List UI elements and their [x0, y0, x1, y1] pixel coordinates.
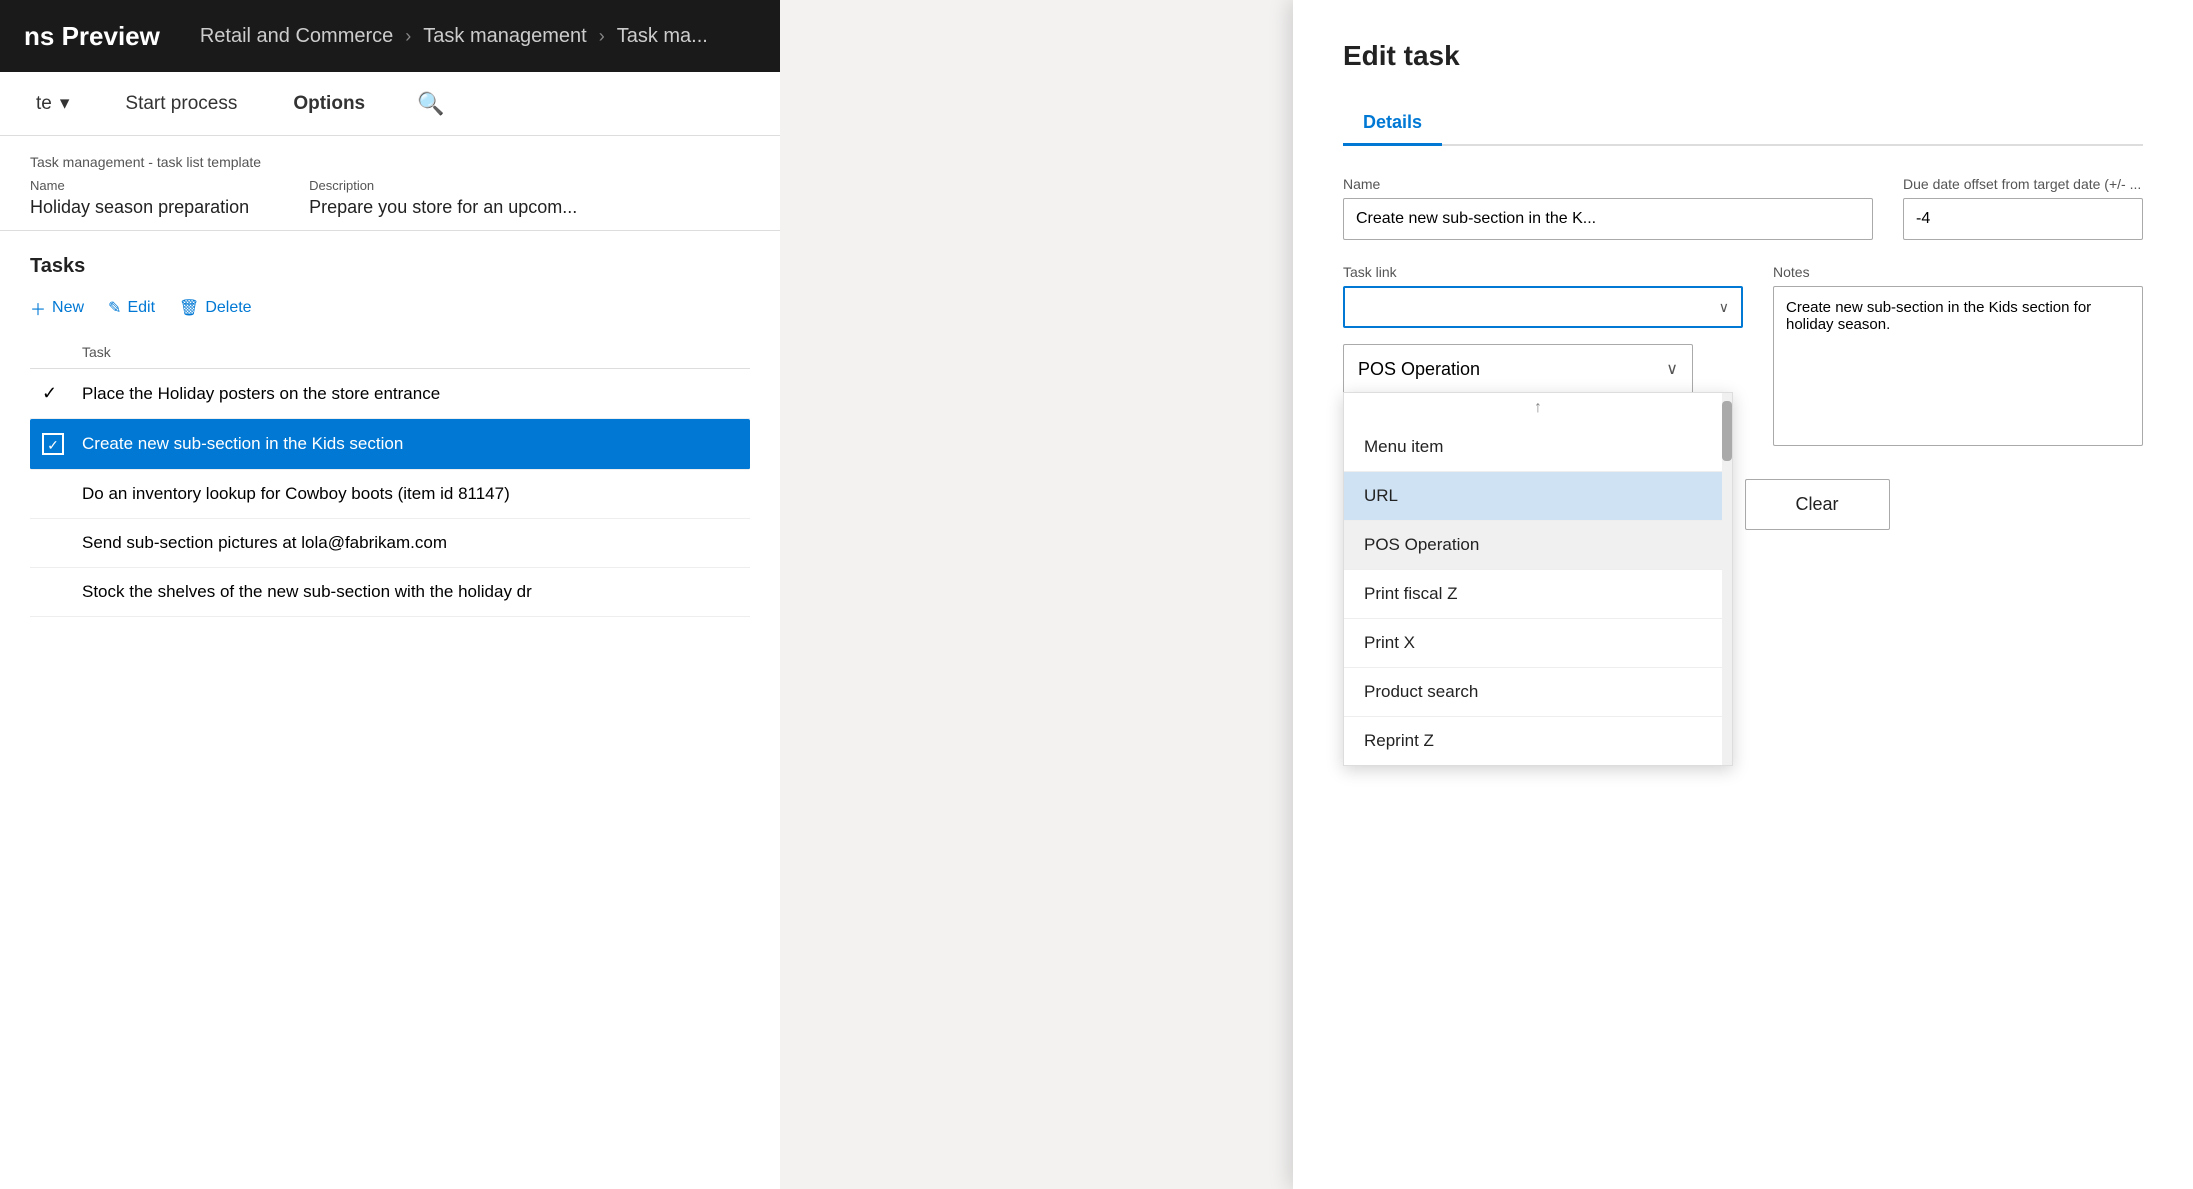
name-input[interactable]	[1343, 198, 1873, 240]
pos-chevron-icon: ∨	[1666, 359, 1678, 379]
main-area: Tasks ＋ New ✎ Edit 🗑 Delete Task ✓ Pla	[0, 231, 780, 1189]
template-dropdown-button[interactable]: te ▾	[24, 84, 81, 123]
notes-group: Notes Create new sub-section in the Kids…	[1773, 264, 2143, 449]
scroll-up-icon: ↑	[1344, 393, 1732, 423]
task-row-5[interactable]: Stock the shelves of the new sub-section…	[30, 568, 750, 617]
plus-icon: ＋	[30, 296, 46, 320]
task-label-2: Create new sub-section in the Kids secti…	[82, 434, 738, 454]
task-label-5: Stock the shelves of the new sub-section…	[82, 582, 738, 602]
task-label-1: Place the Holiday posters on the store e…	[82, 384, 738, 404]
start-process-button[interactable]: Start process	[113, 85, 249, 123]
desc-meta: Description Prepare you store for an upc…	[309, 178, 577, 218]
dropdown-item-product-search[interactable]: Product search	[1344, 668, 1732, 716]
pos-operation-row[interactable]: POS Operation ∨	[1343, 344, 1693, 394]
new-label: New	[52, 299, 84, 317]
tasklink-label: Task link	[1343, 264, 1743, 280]
page-header: Task management - task list template Nam…	[0, 136, 780, 231]
dropdown-item-print-fiscal-z[interactable]: Print fiscal Z	[1344, 570, 1732, 618]
edit-icon: ✎	[108, 298, 121, 318]
desc-value: Prepare you store for an upcom...	[309, 197, 577, 218]
breadcrumb-task-ma[interactable]: Task ma...	[617, 25, 708, 48]
name-value: Holiday season preparation	[30, 197, 249, 218]
edit-panel-title: Edit task	[1343, 40, 2143, 72]
edit-task-button[interactable]: ✎ Edit	[108, 298, 155, 318]
tab-details[interactable]: Details	[1343, 102, 1442, 146]
edit-label: Edit	[127, 299, 155, 317]
page-subtitle: Task management - task list template	[30, 154, 750, 170]
options-label: Options	[293, 93, 365, 115]
tasklink-dropdown[interactable]: ∨	[1343, 286, 1743, 328]
options-button[interactable]: Options	[281, 85, 377, 123]
clear-button[interactable]: Clear	[1745, 479, 1890, 530]
delete-task-button[interactable]: 🗑 Delete	[179, 298, 252, 318]
dropdown-item-reprint-z[interactable]: Reprint Z	[1344, 717, 1732, 765]
start-process-label: Start process	[125, 93, 237, 115]
dropdown-list: ↑ Menu item URL POS Operation Print fisc…	[1343, 392, 1733, 766]
name-duedate-row: Name Due date offset from target date (+…	[1343, 176, 2143, 240]
search-icon[interactable]: 🔍	[417, 91, 444, 117]
duedate-label: Due date offset from target date (+/- ..…	[1903, 176, 2143, 192]
task-column-header: Task	[82, 344, 738, 360]
dropdown-scrollbar-thumb	[1722, 401, 1732, 461]
template-label: te	[36, 93, 52, 115]
name-field-label: Name	[1343, 176, 1873, 192]
new-task-button[interactable]: ＋ New	[30, 296, 84, 320]
task-check-2: ✓	[42, 433, 82, 455]
app-title: ns Preview	[24, 21, 160, 52]
task-table: Task ✓ Place the Holiday posters on the …	[30, 336, 750, 617]
dropdown-scrollbar[interactable]	[1722, 393, 1732, 765]
task-check-1: ✓	[42, 383, 82, 404]
task-label-4: Send sub-section pictures at lola@fabrik…	[82, 533, 738, 553]
secondary-toolbar: te ▾ Start process Options 🔍	[0, 72, 780, 136]
breadcrumb-sep-2: ›	[599, 26, 605, 47]
notes-textarea[interactable]: Create new sub-section in the Kids secti…	[1773, 286, 2143, 446]
top-nav: ns Preview Retail and Commerce › Task ma…	[0, 0, 780, 72]
tasks-section-title: Tasks	[30, 255, 750, 278]
tasks-toolbar: ＋ New ✎ Edit 🗑 Delete	[30, 296, 750, 320]
tab-bar: Details	[1343, 102, 2143, 146]
task-label-3: Do an inventory lookup for Cowboy boots …	[82, 484, 738, 504]
name-label: Name	[30, 178, 249, 193]
breadcrumb-task-mgmt[interactable]: Task management	[423, 25, 586, 48]
breadcrumb-sep-1: ›	[405, 26, 411, 47]
task-link-2[interactable]: Create new sub-section in the Kids secti…	[82, 434, 403, 453]
tasklink-group: Task link ∨ POS Operation ∨ ↑ Menu item …	[1343, 264, 1743, 449]
name-meta: Name Holiday season preparation	[30, 178, 249, 218]
task-row-selected[interactable]: ✓ Create new sub-section in the Kids sec…	[30, 419, 750, 470]
edit-panel: Edit task Details Name Due date offset f…	[1293, 0, 2193, 1189]
chevron-down-icon: ▾	[60, 92, 70, 115]
dropdown-item-menu-item[interactable]: Menu item	[1344, 423, 1732, 471]
desc-label: Description	[309, 178, 577, 193]
task-row-4[interactable]: Send sub-section pictures at lola@fabrik…	[30, 519, 750, 568]
pos-operation-selected-label: POS Operation	[1358, 359, 1480, 380]
duedate-input[interactable]	[1903, 198, 2143, 240]
left-panel: ns Preview Retail and Commerce › Task ma…	[0, 0, 780, 1189]
task-row[interactable]: ✓ Place the Holiday posters on the store…	[30, 369, 750, 419]
dropdown-item-print-x[interactable]: Print X	[1344, 619, 1732, 667]
pos-operation-selected-container: POS Operation ∨	[1343, 344, 1743, 394]
notes-label: Notes	[1773, 264, 2143, 280]
meta-row: Name Holiday season preparation Descript…	[30, 178, 750, 218]
duedate-field-group: Due date offset from target date (+/- ..…	[1903, 176, 2143, 240]
tasklink-notes-row: Task link ∨ POS Operation ∨ ↑ Menu item …	[1343, 264, 2143, 449]
dropdown-item-url[interactable]: URL	[1344, 472, 1732, 520]
task-row-3[interactable]: Do an inventory lookup for Cowboy boots …	[30, 470, 750, 519]
breadcrumb: Retail and Commerce › Task management › …	[200, 25, 708, 48]
tasklink-chevron-icon: ∨	[1719, 299, 1729, 316]
task-header-row: Task	[30, 336, 750, 369]
dropdown-item-pos-operation[interactable]: POS Operation	[1344, 521, 1732, 569]
delete-label: Delete	[205, 299, 251, 317]
name-field-group: Name	[1343, 176, 1873, 240]
breadcrumb-retail[interactable]: Retail and Commerce	[200, 25, 393, 48]
trash-icon: 🗑	[179, 298, 199, 318]
